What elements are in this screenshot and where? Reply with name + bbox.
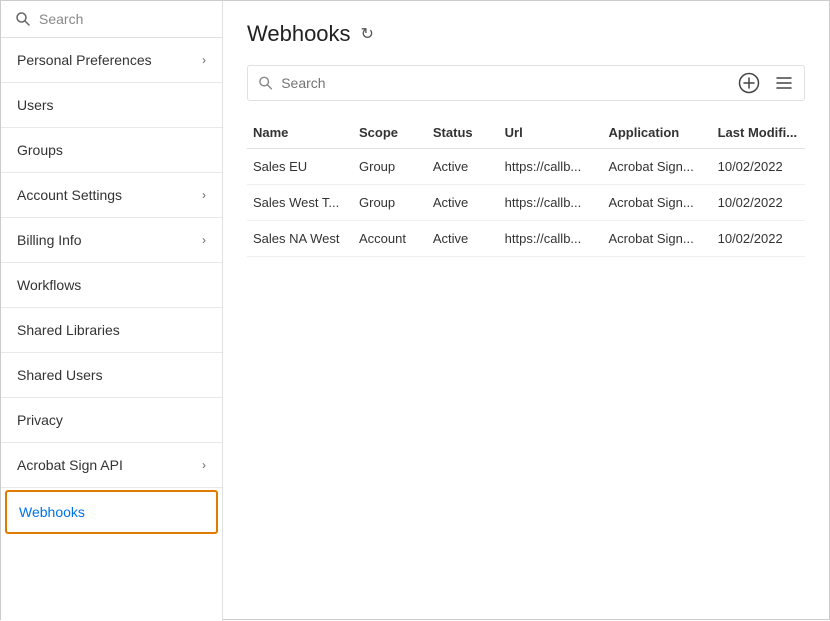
table-row[interactable]: Sales NA West Account Active https://cal… [247, 221, 805, 257]
sidebar-item-account-settings[interactable]: Account Settings › [1, 173, 222, 218]
cell-url: https://callb... [499, 149, 603, 185]
table-header-row: Name Scope Status Url Application Last M… [247, 117, 805, 149]
table-row[interactable]: Sales EU Group Active https://callb... A… [247, 149, 805, 185]
page-title: Webhooks [247, 21, 351, 47]
cell-application: Acrobat Sign... [602, 149, 711, 185]
hamburger-icon [774, 73, 794, 93]
cell-scope: Group [353, 149, 427, 185]
sidebar-item-webhooks[interactable]: Webhooks [5, 490, 218, 534]
sidebar-item-acrobat-sign-api[interactable]: Acrobat Sign API › [1, 443, 222, 488]
cell-url: https://callb... [499, 185, 603, 221]
toolbar [247, 65, 805, 101]
cell-last-modified: 10/02/2022 [712, 185, 805, 221]
sidebar-item-label: Privacy [17, 412, 63, 428]
search-icon [258, 75, 273, 91]
plus-circle-icon [738, 72, 760, 94]
cell-status: Active [427, 221, 499, 257]
sidebar-item-label: Shared Users [17, 367, 103, 383]
chevron-down-icon: › [202, 233, 206, 247]
chevron-down-icon: › [202, 458, 206, 472]
filter-menu-button[interactable] [774, 73, 794, 93]
cell-status: Active [427, 185, 499, 221]
cell-name: Sales EU [247, 149, 353, 185]
sidebar-item-label: Groups [17, 142, 63, 158]
search-input[interactable] [281, 75, 738, 91]
sidebar-item-shared-libraries[interactable]: Shared Libraries [1, 308, 222, 353]
cell-last-modified: 10/02/2022 [712, 221, 805, 257]
sidebar: Search Personal Preferences › Users Grou… [1, 1, 223, 621]
col-header-url: Url [499, 117, 603, 149]
sidebar-item-label: Billing Info [17, 232, 82, 248]
cell-status: Active [427, 149, 499, 185]
main-content: Webhooks ↻ [223, 1, 829, 619]
sidebar-item-label: Personal Preferences [17, 52, 152, 68]
chevron-down-icon: › [202, 53, 206, 67]
sidebar-item-label: Account Settings [17, 187, 122, 203]
chevron-down-icon: › [202, 188, 206, 202]
col-header-status: Status [427, 117, 499, 149]
sidebar-item-workflows[interactable]: Workflows [1, 263, 222, 308]
sidebar-item-privacy[interactable]: Privacy [1, 398, 222, 443]
sidebar-item-billing-info[interactable]: Billing Info › [1, 218, 222, 263]
refresh-icon[interactable]: ↻ [361, 24, 374, 44]
sidebar-search-label: Search [39, 11, 83, 27]
cell-last-modified: 10/02/2022 [712, 149, 805, 185]
page-header: Webhooks ↻ [247, 21, 805, 47]
cell-name: Sales NA West [247, 221, 353, 257]
sidebar-item-label: Users [17, 97, 54, 113]
sidebar-item-users[interactable]: Users [1, 83, 222, 128]
sidebar-item-groups[interactable]: Groups [1, 128, 222, 173]
table-row[interactable]: Sales West T... Group Active https://cal… [247, 185, 805, 221]
sidebar-item-personal-preferences[interactable]: Personal Preferences › [1, 38, 222, 83]
sidebar-search-item[interactable]: Search [1, 1, 222, 38]
col-header-scope: Scope [353, 117, 427, 149]
sidebar-item-label: Workflows [17, 277, 81, 293]
col-header-last-modified: Last Modifi... [712, 117, 805, 149]
add-webhook-button[interactable] [738, 72, 760, 94]
search-icon [15, 11, 31, 27]
sidebar-item-label: Shared Libraries [17, 322, 120, 338]
sidebar-item-label: Acrobat Sign API [17, 457, 123, 473]
col-header-name: Name [247, 117, 353, 149]
cell-name: Sales West T... [247, 185, 353, 221]
sidebar-item-label: Webhooks [19, 504, 85, 520]
cell-application: Acrobat Sign... [602, 221, 711, 257]
webhooks-table: Name Scope Status Url Application Last M… [247, 117, 805, 257]
cell-scope: Group [353, 185, 427, 221]
toolbar-search-area [258, 75, 738, 91]
col-header-application: Application [602, 117, 711, 149]
cell-scope: Account [353, 221, 427, 257]
toolbar-actions [738, 72, 794, 94]
cell-application: Acrobat Sign... [602, 185, 711, 221]
cell-url: https://callb... [499, 221, 603, 257]
sidebar-item-shared-users[interactable]: Shared Users [1, 353, 222, 398]
